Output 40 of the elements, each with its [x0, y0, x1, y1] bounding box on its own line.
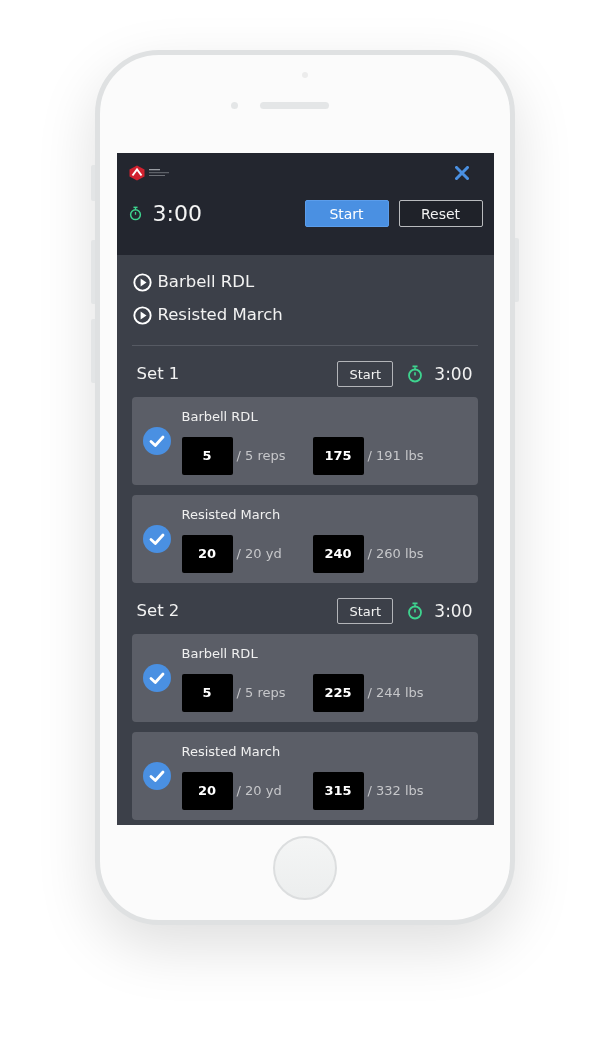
weight-field[interactable]: 240 — [312, 534, 364, 573]
amount-field[interactable]: 5 — [181, 673, 233, 712]
exercise-name: Barbell RDL — [181, 407, 258, 426]
timer-button[interactable]: Reset — [398, 200, 483, 227]
weight-field[interactable]: 225 — [312, 673, 364, 712]
check-circle-icon[interactable] — [142, 664, 171, 692]
check-circle-icon[interactable] — [142, 762, 171, 790]
weight-target: / 332 lbs — [367, 783, 424, 798]
set-title: Set 1 — [136, 363, 180, 385]
weight-target: / 191 lbs — [367, 448, 424, 463]
set-timer: 3:00 — [434, 600, 473, 622]
amount-target: / 20 yd — [236, 546, 282, 561]
amount-target: / 20 yd — [236, 783, 282, 798]
amount-field[interactable]: 20 — [181, 534, 233, 573]
exercise-link[interactable]: Resisted March — [157, 305, 283, 325]
stopwatch-icon — [407, 365, 424, 383]
exercise-name: Barbell RDL — [181, 644, 258, 663]
stopwatch-icon — [407, 602, 424, 620]
exercise-name: Resisted March — [181, 505, 281, 524]
amount-field[interactable]: 20 — [181, 771, 233, 810]
weight-field[interactable]: 175 — [312, 436, 364, 475]
timer-display: 3:00 — [152, 200, 202, 227]
stopwatch-icon — [128, 206, 142, 221]
exercise-name: Resisted March — [181, 742, 281, 761]
amount-field[interactable]: 5 — [181, 436, 233, 475]
play-icon[interactable] — [132, 305, 152, 325]
close-icon[interactable] — [454, 166, 469, 180]
amount-target: / 5 reps — [236, 685, 286, 700]
play-icon[interactable] — [132, 272, 152, 292]
set-title: Set 2 — [136, 600, 180, 622]
weight-target: / 244 lbs — [367, 685, 424, 700]
amount-target: / 5 reps — [236, 448, 286, 463]
set-start-button[interactable]: Start — [337, 361, 394, 387]
check-circle-icon[interactable] — [142, 525, 171, 553]
set-timer: 3:00 — [434, 363, 473, 385]
exercise-link[interactable]: Barbell RDL — [157, 272, 255, 292]
weight-field[interactable]: 315 — [312, 771, 364, 810]
set-start-button[interactable]: Start — [337, 598, 394, 624]
weight-target: / 260 lbs — [367, 546, 424, 561]
check-circle-icon[interactable] — [142, 427, 171, 455]
